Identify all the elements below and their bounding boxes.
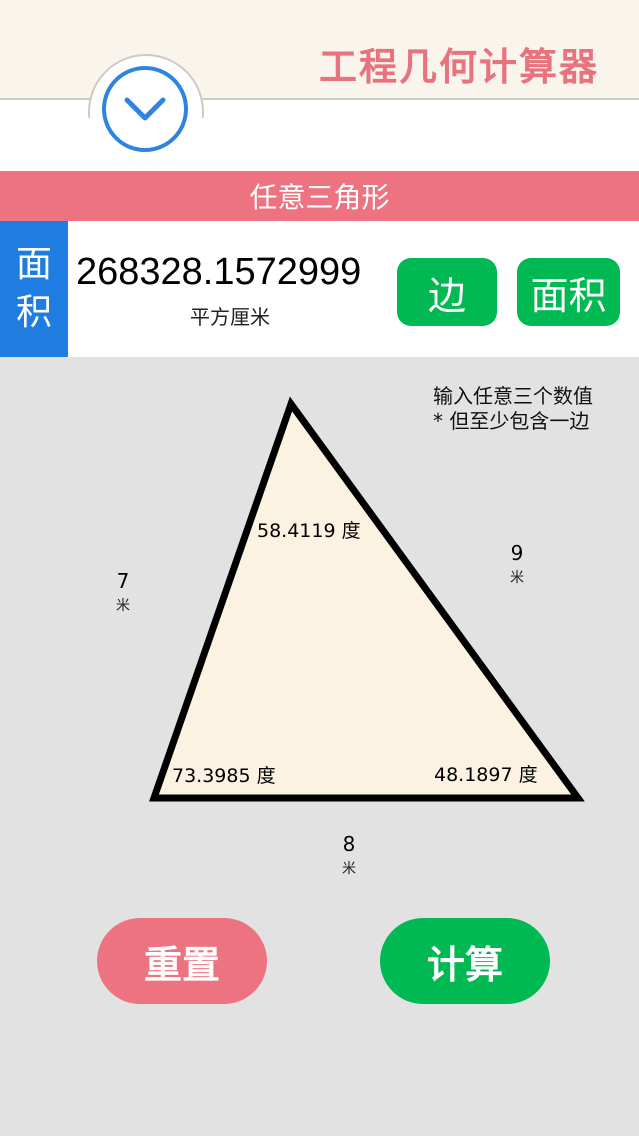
side-bottom-unit: 米 [342,861,356,877]
angle-top-label[interactable]: 58.4119 度 [257,516,361,543]
reset-button[interactable]: 重置 [97,918,267,1004]
triangle-shape [149,396,585,802]
side-right-unit: 米 [510,570,524,586]
side-left-unit: 米 [116,598,130,614]
side-left-value[interactable]: 7 [103,569,143,593]
angle-bottom-right-label[interactable]: 48.1897 度 [434,760,538,787]
side-right-value[interactable]: 9 [497,541,537,565]
side-bottom-value[interactable]: 8 [329,832,369,856]
angle-bottom-left-label[interactable]: 73.3985 度 [172,761,276,788]
calculate-button[interactable]: 计算 [380,918,550,1004]
